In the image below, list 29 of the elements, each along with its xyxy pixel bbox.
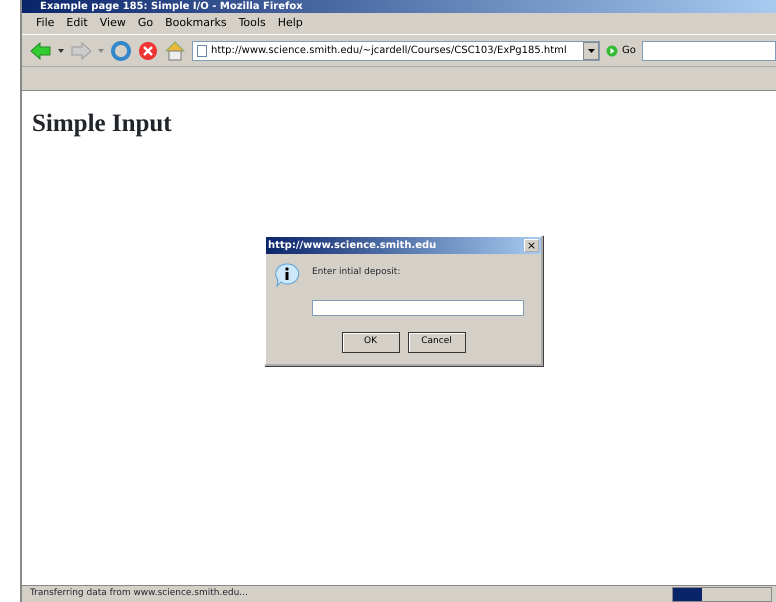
home-icon[interactable] bbox=[164, 40, 186, 62]
back-arrow-icon[interactable] bbox=[30, 40, 52, 60]
menu-item[interactable]: Edit bbox=[60, 15, 94, 32]
page-icon bbox=[197, 44, 207, 56]
menu-item[interactable]: Help bbox=[272, 15, 309, 32]
menu-item[interactable]: Tools bbox=[232, 15, 272, 32]
go-icon bbox=[606, 44, 618, 56]
caret-icon[interactable] bbox=[58, 48, 64, 52]
go-button[interactable]: Go bbox=[606, 43, 636, 58]
dialog-title: http://www.science.smith.edu bbox=[268, 239, 436, 253]
stop-icon[interactable] bbox=[138, 40, 158, 60]
caret-icon bbox=[588, 48, 594, 52]
dialog-button[interactable]: OK bbox=[342, 332, 400, 352]
forward-arrow-icon[interactable] bbox=[70, 40, 92, 60]
page-heading: Simple Input bbox=[32, 109, 173, 139]
dialog-button[interactable]: Cancel bbox=[408, 332, 466, 352]
window-title: Example page 185: Simple I/O - Mozilla Firefox bbox=[22, 0, 776, 13]
input-field[interactable] bbox=[312, 300, 524, 316]
prompt-message: Enter intial deposit: bbox=[312, 266, 402, 279]
status-text: Transferring data from www.science.smith.edu... bbox=[29, 587, 249, 600]
menu-item[interactable]: Go bbox=[132, 15, 160, 32]
menu-item[interactable]: File bbox=[30, 15, 60, 32]
address-bar[interactable]: http://www.science.smith.edu/~jcardell/Courses/CSC103/ExPg185.html bbox=[192, 40, 600, 60]
menu-item[interactable]: Bookmarks bbox=[159, 15, 233, 32]
dropdown-button[interactable] bbox=[583, 42, 599, 60]
close-button[interactable]: × bbox=[524, 239, 539, 252]
info-icon bbox=[274, 262, 300, 288]
menu-item[interactable]: View bbox=[94, 15, 132, 32]
search-field[interactable] bbox=[642, 40, 776, 60]
